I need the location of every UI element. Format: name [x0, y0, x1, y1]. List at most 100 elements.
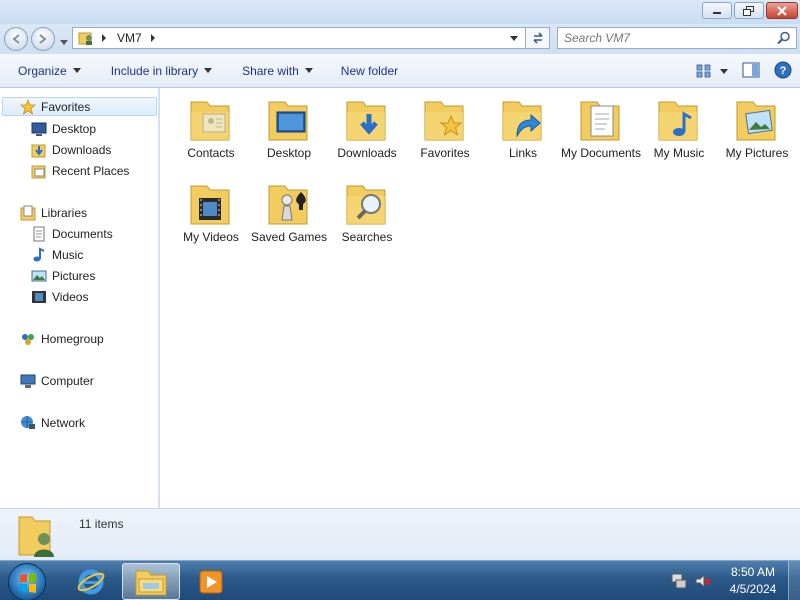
- nav-computer-label: Computer: [41, 373, 94, 388]
- contacts-folder-icon: [190, 101, 230, 141]
- item-count: 11 items: [79, 517, 124, 531]
- desktop-icon: [31, 122, 47, 136]
- folder-label: Desktop: [266, 146, 312, 160]
- links-folder-icon: [502, 101, 542, 141]
- desktop-folder-icon: [268, 101, 308, 141]
- homegroup-icon: [22, 333, 34, 345]
- nav-desktop[interactable]: Desktop: [31, 119, 96, 138]
- nav-documents[interactable]: Documents: [31, 224, 113, 243]
- folder-label: My Music: [653, 146, 705, 160]
- computer-icon: [20, 374, 36, 388]
- folder-label: Contacts: [187, 146, 235, 160]
- nav-favorites[interactable]: Favorites: [2, 97, 157, 116]
- nav-recent-places-label: Recent Places: [52, 163, 130, 178]
- folder-contacts[interactable]: Contacts: [170, 96, 252, 161]
- videos-folder-icon: [190, 185, 230, 225]
- folder-desktop[interactable]: Desktop: [248, 96, 330, 161]
- minimize-icon: [713, 11, 721, 14]
- chevron-down-icon: [720, 68, 728, 74]
- searches-folder-icon: [346, 185, 386, 225]
- nav-downloads-label: Downloads: [52, 142, 112, 157]
- search-box[interactable]: [557, 27, 797, 49]
- include-in-library-label: Include in library: [110, 63, 199, 78]
- network-status-icon[interactable]: [670, 572, 688, 590]
- window-controls: [702, 2, 798, 19]
- folder-my-pictures[interactable]: My Pictures: [716, 96, 798, 161]
- preview-pane-button[interactable]: [742, 62, 760, 81]
- share-with-button[interactable]: Share with: [233, 54, 322, 88]
- organize-label: Organize: [18, 63, 67, 78]
- chevron-down-icon: [204, 68, 213, 73]
- chevron-down-icon: [60, 40, 68, 45]
- documents-folder-icon: [580, 101, 620, 141]
- forward-arrow-icon: [39, 34, 47, 44]
- folder-my-videos[interactable]: My Videos: [170, 180, 252, 245]
- forward-button[interactable]: [31, 27, 55, 51]
- nav-recent-places[interactable]: Recent Places: [31, 161, 129, 180]
- taskbar-media-player[interactable]: [182, 563, 240, 600]
- back-button[interactable]: [4, 27, 28, 51]
- change-view-button[interactable]: [696, 64, 728, 78]
- breadcrumb-separator-icon: [102, 34, 106, 42]
- folder-favorites[interactable]: Favorites: [404, 96, 486, 161]
- minimize-button[interactable]: [702, 2, 732, 19]
- pictures-icon: [31, 270, 47, 281]
- new-folder-button[interactable]: New folder: [332, 54, 407, 88]
- file-list: Contacts Desktop Downloads Favorites Lin…: [160, 88, 800, 508]
- music-note-icon: [33, 246, 45, 261]
- start-button[interactable]: [8, 563, 46, 600]
- folder-label: My Pictures: [725, 146, 789, 160]
- search-input[interactable]: [558, 31, 768, 45]
- help-button[interactable]: ?: [774, 61, 792, 82]
- view-controls: ?: [696, 54, 792, 88]
- nav-music[interactable]: Music: [31, 245, 83, 264]
- folder-label: My Videos: [183, 230, 239, 244]
- nav-network[interactable]: Network: [20, 413, 85, 432]
- recent-pages-dropdown[interactable]: [60, 35, 68, 49]
- search-icon[interactable]: [777, 31, 791, 45]
- folder-my-documents[interactable]: My Documents: [560, 96, 642, 161]
- address-dropdown-icon[interactable]: [509, 35, 519, 43]
- folder-searches[interactable]: Searches: [326, 180, 408, 245]
- refresh-button[interactable]: [526, 27, 550, 49]
- breadcrumb-separator-icon[interactable]: [148, 33, 158, 43]
- folder-links[interactable]: Links: [482, 96, 564, 161]
- nav-videos-label: Videos: [52, 289, 89, 304]
- taskbar-windows-explorer[interactable]: [122, 563, 180, 600]
- nav-libraries[interactable]: Libraries: [20, 203, 87, 222]
- restore-icon: [743, 5, 754, 16]
- internet-explorer-icon: [77, 569, 105, 594]
- clock[interactable]: 8:50 AM 4/5/2024: [718, 564, 788, 598]
- details-pane: 11 items: [0, 508, 800, 560]
- folder-downloads[interactable]: Downloads: [326, 96, 408, 161]
- include-in-library-button[interactable]: Include in library: [102, 54, 221, 88]
- nav-pictures[interactable]: Pictures: [31, 266, 95, 285]
- nav-computer[interactable]: Computer: [20, 371, 94, 390]
- nav-downloads[interactable]: Downloads: [31, 140, 111, 159]
- show-desktop-button[interactable]: [788, 561, 800, 600]
- videos-icon: [32, 290, 46, 303]
- folder-my-music[interactable]: My Music: [638, 96, 720, 161]
- windows-logo-icon: [20, 573, 36, 593]
- recent-places-icon: [31, 165, 46, 178]
- nav-homegroup[interactable]: Homegroup: [20, 329, 104, 348]
- nav-videos[interactable]: Videos: [31, 287, 88, 306]
- close-button[interactable]: [766, 2, 798, 19]
- breadcrumb-vm7[interactable]: VM7: [117, 31, 142, 45]
- favorites-folder-icon: [424, 101, 464, 141]
- media-player-icon: [199, 570, 223, 593]
- folder-saved-games[interactable]: Saved Games: [248, 180, 330, 245]
- back-arrow-icon: [12, 34, 20, 44]
- pictures-folder-icon: [736, 101, 776, 141]
- folder-label: Links: [508, 146, 537, 160]
- nav-music-label: Music: [52, 247, 84, 262]
- nav-pictures-label: Pictures: [52, 268, 96, 283]
- restore-button[interactable]: [734, 2, 764, 19]
- organize-button[interactable]: Organize: [9, 54, 90, 88]
- address-bar[interactable]: VM7: [72, 27, 526, 49]
- command-bar: Organize Include in library Share with N…: [0, 54, 800, 88]
- nav-favorites-label: Favorites: [41, 99, 91, 114]
- folder-label: Saved Games: [250, 230, 328, 244]
- volume-muted-icon[interactable]: [694, 572, 712, 590]
- taskbar-internet-explorer[interactable]: [62, 563, 120, 600]
